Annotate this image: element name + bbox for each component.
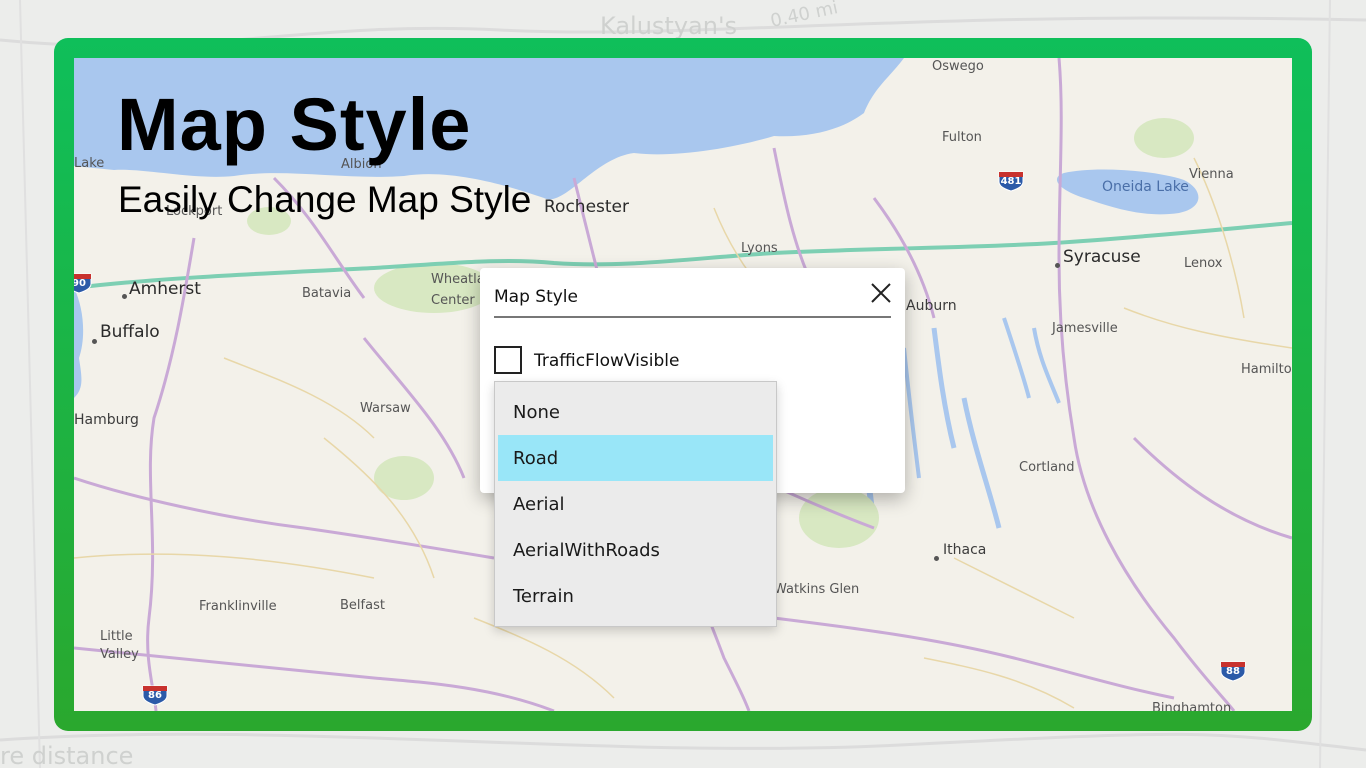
dropdown-option-aerialwithroads[interactable]: AerialWithRoads — [498, 527, 773, 573]
place-label: Binghamton — [1152, 701, 1232, 711]
interstate-shield: 88 — [1220, 660, 1246, 682]
place-label: Lake — [74, 156, 105, 171]
place-label: Ithaca — [943, 542, 987, 558]
place-label: Oneida Lake — [1102, 179, 1189, 195]
dropdown-option-terrain[interactable]: Terrain — [498, 573, 773, 619]
place-label: Syracuse — [1063, 247, 1141, 267]
place-label: Cortland — [1019, 460, 1075, 475]
title-divider — [494, 316, 891, 318]
city-dot — [934, 556, 939, 561]
dropdown-option-road[interactable]: Road — [498, 435, 773, 481]
place-label: Little Valley — [100, 629, 139, 663]
bg-distance-label: re distance — [0, 742, 134, 768]
hero-title: Map Style — [117, 83, 472, 166]
dialog-title: Map Style — [494, 287, 578, 307]
close-icon[interactable] — [868, 280, 894, 306]
place-label: Batavia — [302, 286, 352, 301]
traffic-flow-checkbox[interactable] — [494, 346, 522, 374]
place-label: Franklinville — [199, 599, 277, 614]
dropdown-option-aerial[interactable]: Aerial — [498, 481, 773, 527]
bg-place-label: Kalustyan's — [600, 12, 738, 40]
place-label: Jamesville — [1052, 321, 1118, 336]
place-label: Auburn — [906, 298, 957, 314]
place-label: Fulton — [942, 130, 982, 145]
interstate-shield: 86 — [142, 684, 168, 706]
city-dot — [122, 294, 127, 299]
place-label: Warsaw — [360, 401, 411, 416]
hero-subtitle: Easily Change Map Style — [118, 179, 532, 220]
checkbox-label: TrafficFlowVisible — [534, 351, 680, 371]
city-dot — [1055, 263, 1060, 268]
place-label: Amherst — [129, 279, 201, 299]
place-label: Wheatland Center — [431, 272, 502, 308]
place-label: Lenox — [1184, 256, 1223, 271]
place-label: Watkins Glen — [774, 582, 860, 597]
map-style-dropdown[interactable]: None Road Aerial AerialWithRoads Terrain — [494, 381, 777, 627]
dropdown-option-none[interactable]: None — [498, 389, 773, 435]
place-label: Hamburg — [74, 412, 139, 428]
place-label: Vienna — [1189, 167, 1234, 182]
city-dot — [92, 339, 97, 344]
interstate-shield: 90 — [74, 272, 92, 294]
place-label: Lyons — [741, 241, 778, 256]
interstate-shield: 481 — [998, 170, 1024, 192]
place-label: Buffalo — [100, 322, 160, 342]
place-label: Belfast — [340, 598, 385, 613]
place-label: Hamilton — [1241, 362, 1292, 377]
place-label: Rochester — [544, 197, 629, 217]
place-label: Oswego — [932, 59, 984, 74]
